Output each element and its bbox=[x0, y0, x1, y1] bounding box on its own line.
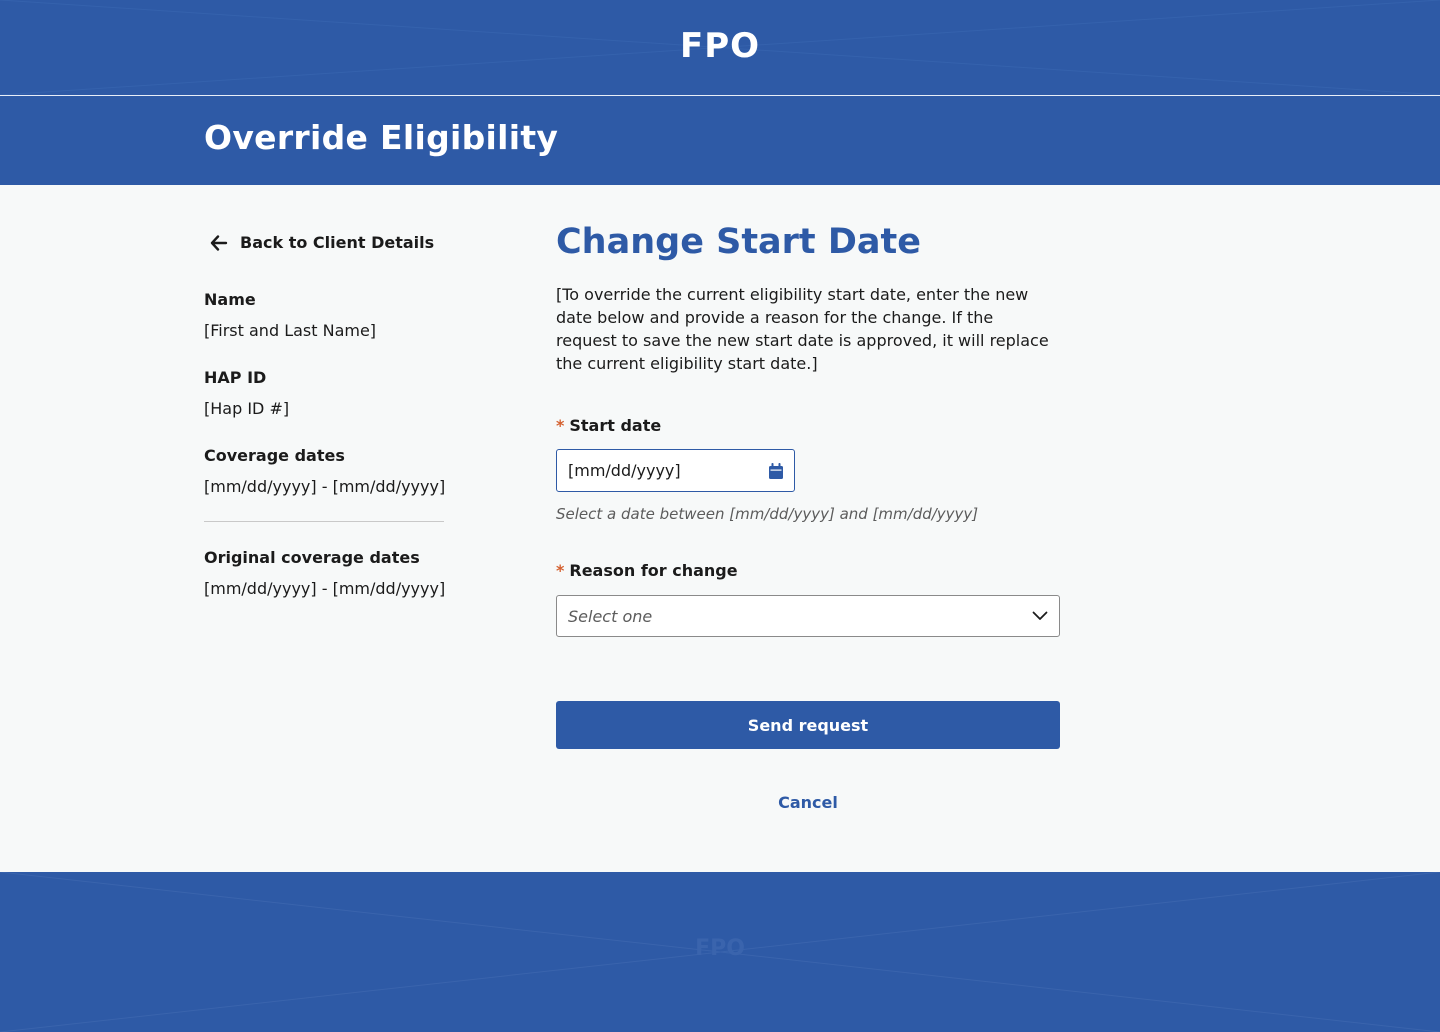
site-logo[interactable]: FPO bbox=[680, 26, 760, 66]
chevron-down-icon bbox=[1032, 611, 1048, 620]
reason-select[interactable]: Select one bbox=[556, 595, 1060, 637]
back-link-label: Back to Client Details bbox=[240, 233, 435, 252]
hap-id-label: HAP ID bbox=[204, 368, 267, 387]
cancel-link[interactable]: Cancel bbox=[556, 793, 1060, 812]
calendar-icon[interactable] bbox=[769, 462, 783, 479]
hap-id-value: [Hap ID #] bbox=[204, 399, 290, 418]
reason-label: * Reason for change bbox=[556, 561, 738, 580]
form-title: Change Start Date bbox=[556, 222, 921, 262]
coverage-dates-label: Coverage dates bbox=[204, 446, 345, 465]
name-label: Name bbox=[204, 290, 256, 309]
form-intro: [To override the current eligibility sta… bbox=[556, 285, 1049, 373]
start-date-value: [mm/dd/yyyy] bbox=[568, 461, 681, 480]
back-to-client-details-link[interactable]: Back to Client Details bbox=[210, 233, 434, 252]
send-request-button[interactable]: Send request bbox=[556, 701, 1060, 749]
start-date-label-text: Start date bbox=[569, 416, 662, 435]
page-title: Override Eligibility bbox=[204, 118, 559, 157]
reason-label-text: Reason for change bbox=[569, 561, 738, 580]
original-coverage-dates-value: [mm/dd/yyyy] - [mm/dd/yyyy] bbox=[204, 579, 446, 598]
original-coverage-dates-label: Original coverage dates bbox=[204, 548, 420, 567]
arrow-left-icon bbox=[210, 234, 228, 251]
footer-placeholder-text: FPO bbox=[695, 936, 745, 961]
coverage-dates-value: [mm/dd/yyyy] - [mm/dd/yyyy] bbox=[204, 477, 446, 496]
site-footer: FPO bbox=[0, 872, 1440, 1032]
start-date-hint: Select a date between [mm/dd/yyyy] and [… bbox=[556, 505, 979, 523]
required-marker: * bbox=[556, 561, 565, 580]
reason-select-value: Select one bbox=[568, 606, 653, 626]
page-title-bar: Override Eligibility bbox=[0, 96, 1440, 185]
sidebar-divider bbox=[204, 521, 444, 522]
required-marker: * bbox=[556, 416, 565, 435]
start-date-label: * Start date bbox=[556, 416, 661, 435]
site-header: FPO bbox=[0, 0, 1440, 95]
name-value: [First and Last Name] bbox=[204, 321, 377, 340]
start-date-input[interactable]: [mm/dd/yyyy] bbox=[556, 449, 795, 492]
